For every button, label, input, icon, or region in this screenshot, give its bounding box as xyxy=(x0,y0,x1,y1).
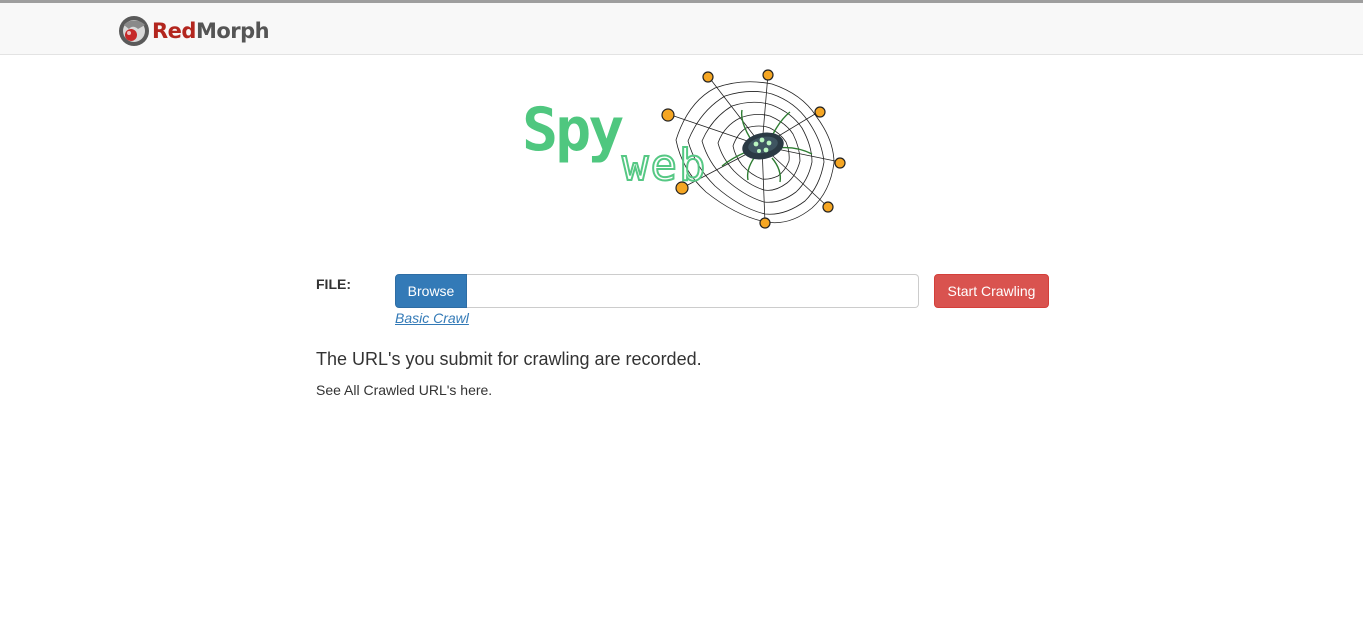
basic-crawl-link[interactable]: Basic Crawl xyxy=(395,310,469,326)
navbar: RedMorph xyxy=(0,3,1363,55)
brand-name-gray: Morph xyxy=(195,19,270,43)
file-path-input[interactable] xyxy=(467,274,919,308)
file-input-group: Browse xyxy=(395,274,919,308)
file-label: FILE: xyxy=(316,276,351,292)
logo-text-web: web xyxy=(621,140,708,191)
crawl-form: FILE: Browse Start Crawling xyxy=(316,274,1056,314)
brand-link[interactable]: RedMorph xyxy=(118,15,270,47)
brand-name-red: Red xyxy=(152,19,196,43)
crawled-urls-text[interactable]: See All Crawled URL's here. xyxy=(316,382,492,398)
info-heading: The URL's you submit for crawling are re… xyxy=(316,349,702,369)
spyweb-logo: Spy web xyxy=(510,66,855,238)
browse-button[interactable]: Browse xyxy=(395,274,467,308)
redmorph-logo-icon xyxy=(119,16,149,46)
logo-text-spy: Spy xyxy=(522,95,624,165)
start-crawling-button[interactable]: Start Crawling xyxy=(934,274,1049,308)
